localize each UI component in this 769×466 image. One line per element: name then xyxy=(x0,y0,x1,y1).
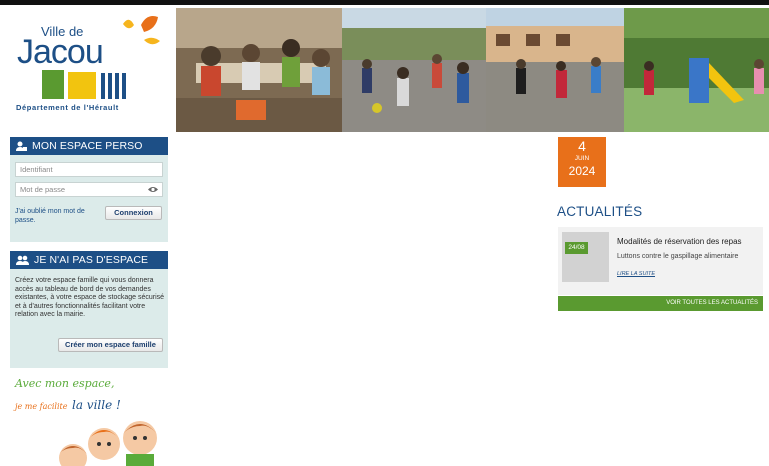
espace-perso-panel: Mon espace perso Identifiant Mot de pass… xyxy=(10,137,168,242)
espace-perso-header: Mon espace perso xyxy=(10,137,168,155)
date-month: Juin xyxy=(574,155,590,162)
eye-icon[interactable] xyxy=(148,186,158,193)
no-space-header: Je n'ai pas d'espace xyxy=(10,251,168,269)
logo-graphic: Ville de Jacou Département de l'Hérault xyxy=(16,16,160,112)
identifiant-input[interactable]: Identifiant xyxy=(15,162,163,177)
current-date-badge: 4 Juin 2024 xyxy=(558,137,606,187)
jacou-logo[interactable]: Ville de Jacou Département de l'Hérault xyxy=(0,5,176,132)
news-subtitle: Luttons contre le gaspillage alimentaire xyxy=(617,253,739,260)
tagline-line2-part1: je me facilite xyxy=(15,402,68,411)
news-heading: Actualités xyxy=(557,204,643,219)
tagline-line2-part2: la ville ! xyxy=(72,398,121,412)
news-title[interactable]: Modalités de réservation des repas xyxy=(617,237,757,246)
kids-illustration xyxy=(59,421,157,466)
logo-name: Jacou xyxy=(17,33,103,71)
date-year: 2024 xyxy=(568,164,596,178)
no-space-title: Je n'ai pas d'espace xyxy=(34,254,149,266)
password-input[interactable]: Mot de passe xyxy=(15,182,163,197)
news-date-badge: 24/08 xyxy=(565,242,588,254)
date-day: 4 xyxy=(578,138,586,154)
no-space-description: Créez votre espace famille qui vous donn… xyxy=(15,277,165,319)
header-photo-banner xyxy=(176,8,769,132)
tagline-line1: Avec mon espace, xyxy=(15,377,115,390)
login-button[interactable]: Connexion xyxy=(105,206,162,220)
news-read-more-link[interactable]: Lire la suite xyxy=(617,271,655,277)
photo-canteen xyxy=(176,8,342,132)
users-icon xyxy=(16,255,29,265)
forgot-password-link[interactable]: J'ai oublié mon mot de passe. xyxy=(15,207,101,225)
no-space-panel: Je n'ai pas d'espace Créez votre espace … xyxy=(10,251,168,368)
news-item[interactable]: 24/08 Modalités de réservation des repas… xyxy=(558,227,763,295)
news-thumbnail[interactable]: 24/08 xyxy=(562,232,609,282)
all-news-link[interactable]: Voir toutes les actualités xyxy=(558,296,763,311)
page: Ville de Jacou Département de l'Hérault xyxy=(0,0,769,466)
user-lock-icon xyxy=(16,141,27,151)
photo-playground xyxy=(342,8,486,132)
create-family-space-button[interactable]: Créer mon espace famille xyxy=(58,338,163,352)
espace-perso-title: Mon espace perso xyxy=(32,140,143,152)
password-placeholder: Mot de passe xyxy=(20,185,66,194)
photo-park-slide xyxy=(624,8,769,132)
photo-schoolyard xyxy=(486,8,624,132)
logo-department: Département de l'Hérault xyxy=(16,103,119,112)
